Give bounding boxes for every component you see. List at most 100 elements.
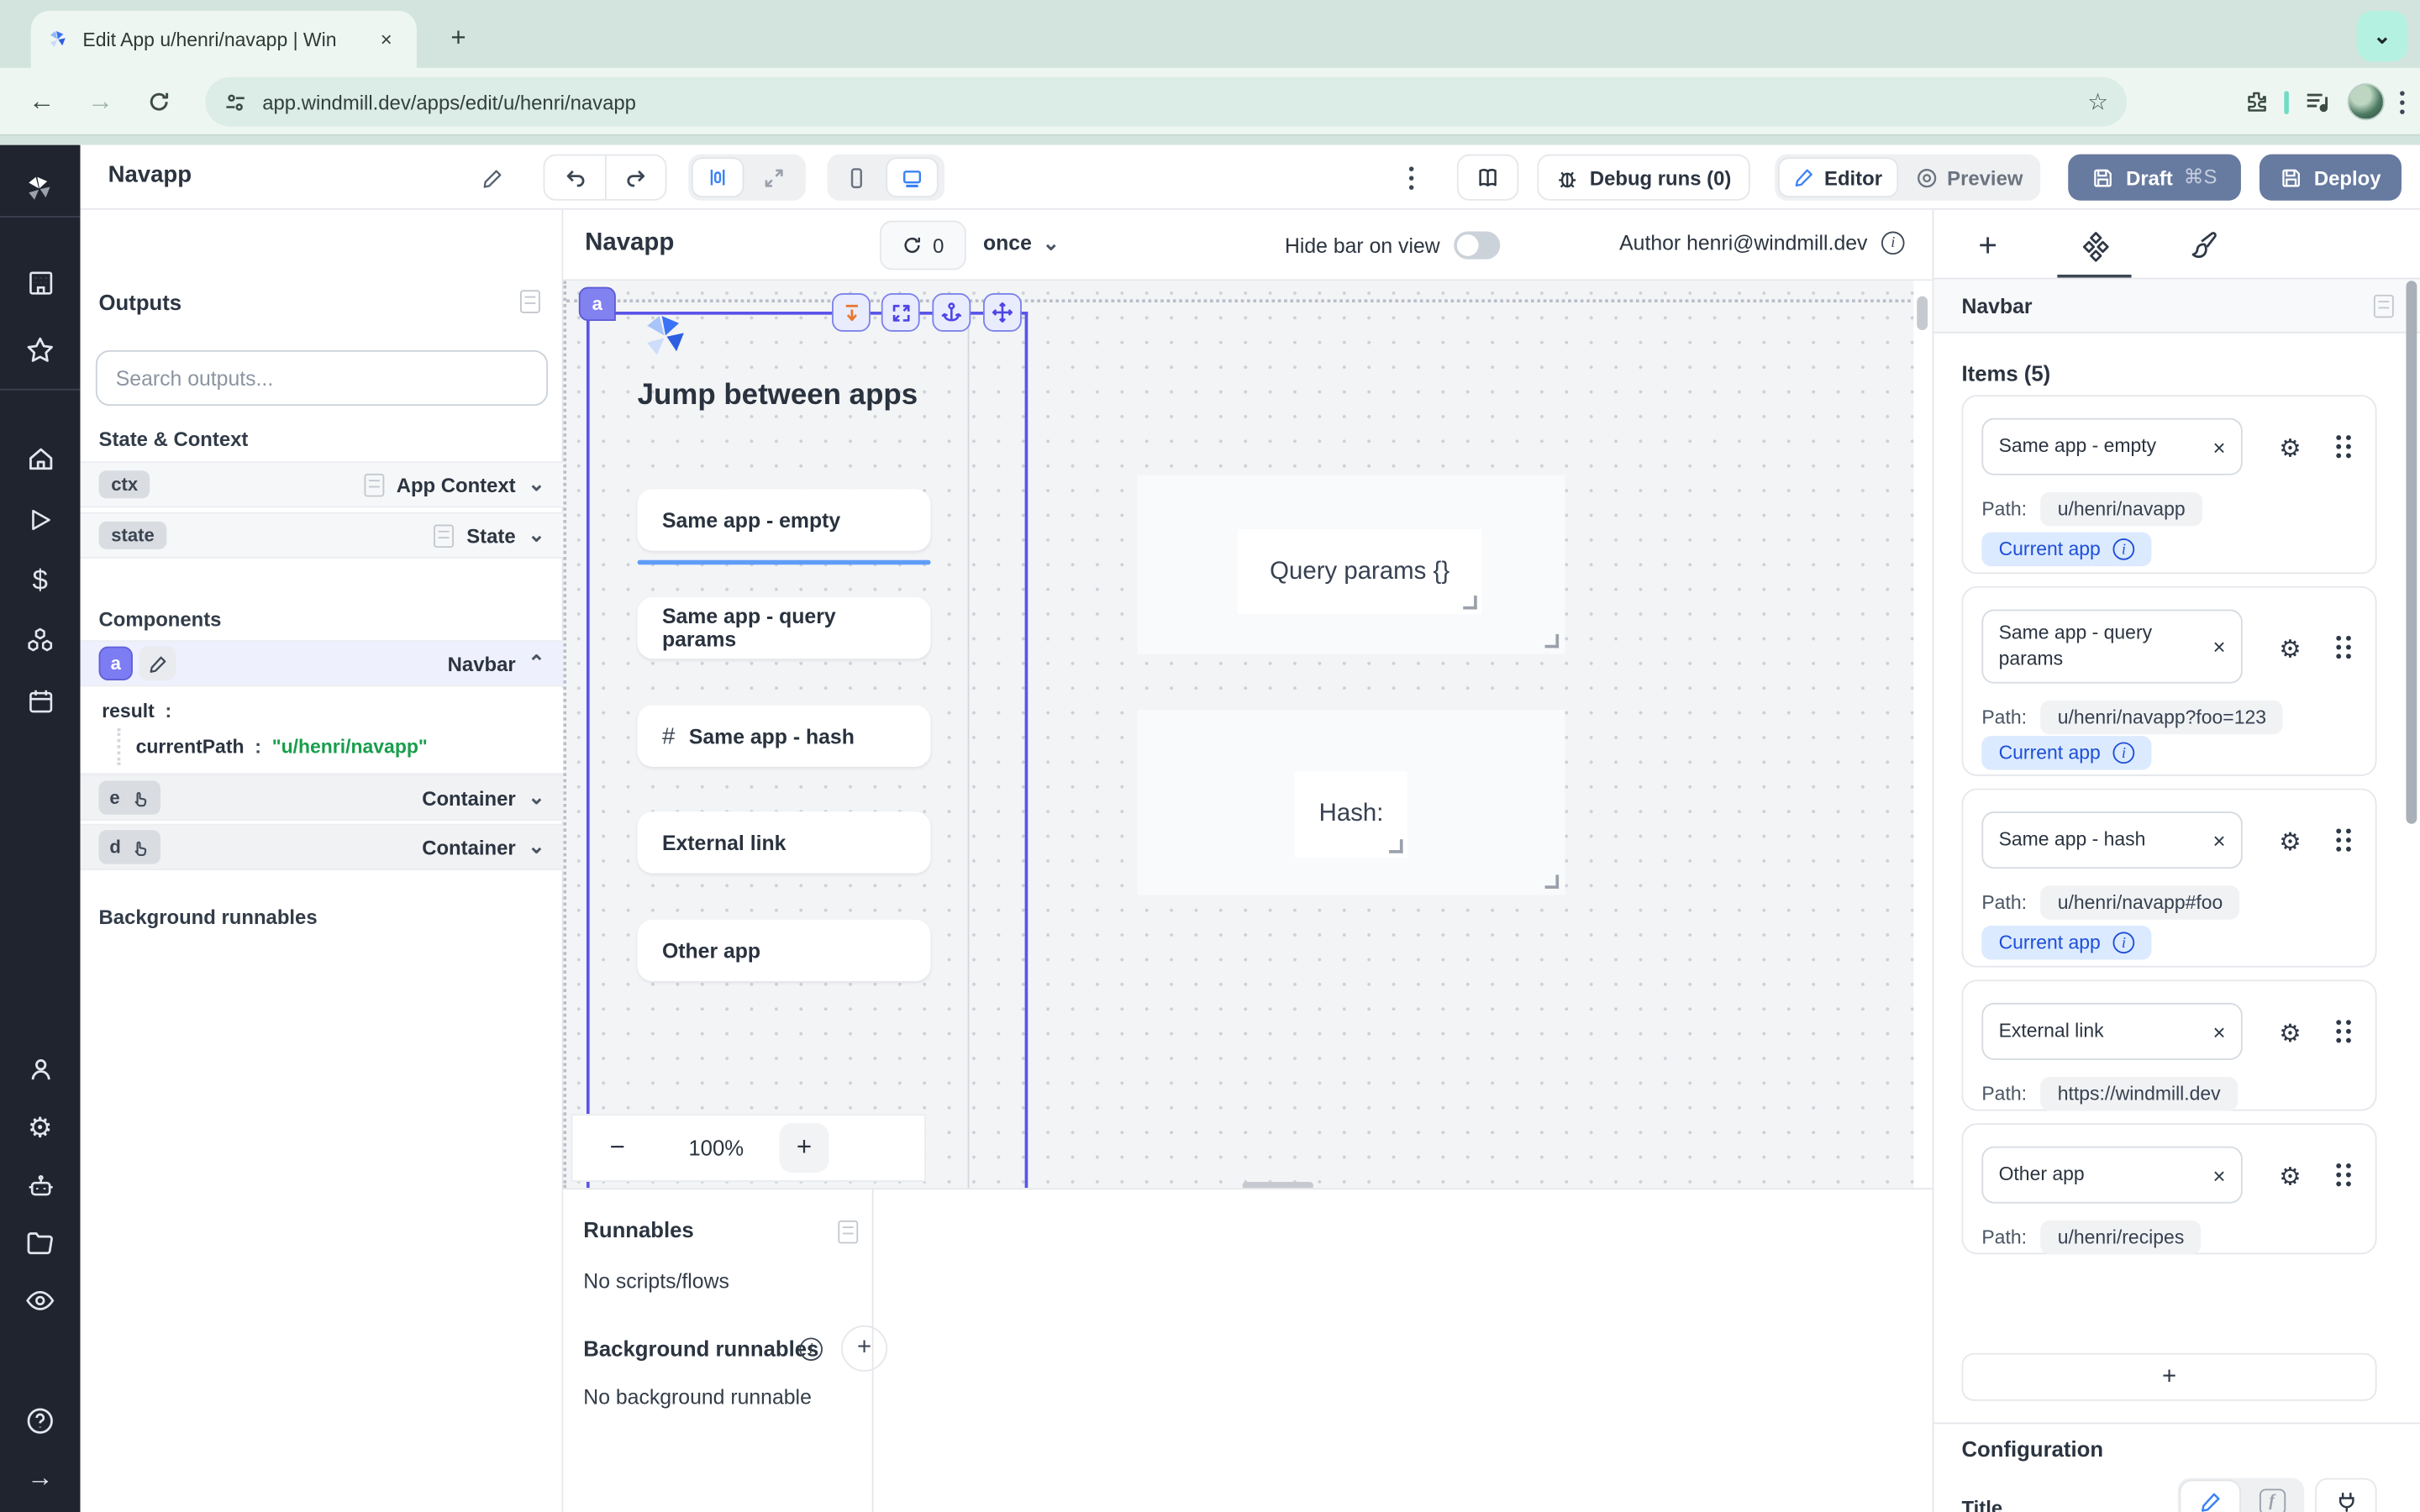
item-label-select[interactable]: External link × (1981, 1003, 2242, 1060)
outputs-doc-icon[interactable] (520, 290, 540, 313)
resize-handle[interactable] (1545, 874, 1560, 889)
drag-handle-icon[interactable] (2333, 1162, 2354, 1188)
browser-menu-icon[interactable] (2400, 90, 2405, 113)
chevron-down-icon[interactable]: ⌄ (528, 791, 544, 804)
forward-icon[interactable]: → (77, 78, 124, 124)
chevron-down-icon[interactable]: ⌄ (528, 529, 544, 542)
fullscreen-expand-button[interactable] (881, 293, 920, 332)
insert-component-tab[interactable]: + (1933, 216, 2042, 277)
item-label-select[interactable]: Same app - hash × (1981, 811, 2242, 869)
schedules-calendar-icon[interactable] (0, 675, 81, 727)
run-mode-dropdown[interactable]: once⌄ (983, 232, 1060, 255)
clear-icon[interactable]: × (2204, 827, 2226, 852)
copy-doc-icon[interactable] (434, 524, 455, 548)
collapse-arrow-icon[interactable]: → (0, 1452, 81, 1504)
users-person-icon[interactable] (0, 1043, 81, 1095)
browser-tab[interactable]: Edit App u/henri/navapp | Win × (31, 11, 417, 68)
panel-scrollbar-thumb[interactable] (2406, 281, 2417, 824)
center-align-button[interactable] (692, 157, 744, 197)
styling-tab[interactable] (2150, 216, 2259, 277)
item-label-select[interactable]: Same app - query params × (1981, 610, 2242, 684)
nav-item-other-app[interactable]: Other app (638, 920, 931, 981)
chevron-down-icon[interactable]: ⌄ (528, 478, 544, 491)
apps-building-icon[interactable] (0, 256, 81, 308)
workers-robot-icon[interactable] (0, 1160, 81, 1212)
drag-handle-icon[interactable] (2333, 1018, 2354, 1044)
drag-handle-icon[interactable] (2333, 827, 2354, 853)
settings-gear-icon[interactable]: ⚙ (0, 1101, 81, 1153)
rename-pencil-icon[interactable] (474, 159, 511, 196)
item-settings-gear-icon[interactable]: ⚙ (2279, 1162, 2301, 1193)
container-d-row[interactable]: d Container ⌄ (81, 824, 564, 870)
preview-tab[interactable]: Preview (1901, 157, 2037, 197)
ctx-row[interactable]: ctx App Context ⌄ (81, 461, 564, 507)
audit-eye-icon[interactable] (0, 1274, 81, 1326)
new-tab-button[interactable]: + (439, 18, 479, 59)
tab-close-icon[interactable]: × (371, 24, 402, 55)
media-playlist-icon[interactable] (2304, 90, 2332, 114)
connect-plug-button[interactable] (2315, 1478, 2376, 1512)
deploy-button[interactable]: Deploy (2260, 155, 2402, 201)
zoom-out-button[interactable]: − (572, 1132, 662, 1163)
clear-icon[interactable]: × (2204, 434, 2226, 459)
info-icon[interactable]: i (2113, 932, 2135, 953)
edit-pencil-icon[interactable] (139, 647, 176, 680)
move-button[interactable] (983, 293, 1022, 332)
hash-container[interactable]: Hash: (1138, 710, 1565, 895)
mobile-view-button[interactable] (830, 157, 882, 197)
anchor-button[interactable] (932, 293, 971, 332)
extensions-puzzle-icon[interactable] (2244, 90, 2269, 114)
path-value[interactable]: u/henri/navapp#foo (2041, 885, 2240, 919)
reload-icon[interactable] (136, 78, 182, 124)
favorites-star-icon[interactable] (0, 324, 81, 376)
path-value[interactable]: u/henri/recipes (2041, 1221, 2202, 1254)
resources-cubes-icon[interactable] (0, 614, 81, 666)
add-item-button[interactable]: + (1961, 1353, 2376, 1401)
info-icon[interactable]: i (2113, 538, 2135, 560)
component-settings-tab[interactable] (2042, 216, 2150, 277)
zoom-in-button[interactable]: + (780, 1123, 829, 1173)
container-e-row[interactable]: e Container ⌄ (81, 774, 564, 821)
back-icon[interactable]: ← (18, 78, 65, 124)
navbar-component-row[interactable]: a Navbar ⌃ (81, 640, 564, 686)
windmill-logo-icon[interactable] (0, 164, 81, 216)
author-info-icon[interactable]: i (1881, 232, 1905, 255)
nav-item-same-app-empty[interactable]: Same app - empty (638, 489, 931, 550)
chevron-down-icon[interactable]: ⌄ (528, 841, 544, 853)
info-icon[interactable]: i (799, 1337, 823, 1361)
clear-icon[interactable]: × (2204, 634, 2226, 659)
resize-handle[interactable] (1545, 634, 1560, 648)
folders-icon[interactable] (0, 1217, 81, 1269)
state-row[interactable]: state State ⌄ (81, 512, 564, 559)
desktop-view-button[interactable] (886, 157, 938, 197)
copy-doc-icon[interactable] (364, 473, 384, 496)
clear-icon[interactable]: × (2204, 1163, 2226, 1187)
resize-handle[interactable] (1463, 596, 1477, 610)
editor-tab[interactable]: Editor (1778, 157, 1897, 197)
nav-item-external-link[interactable]: External link (638, 811, 931, 873)
item-label-select[interactable]: Other app × (1981, 1147, 2242, 1204)
chevron-up-icon[interactable]: ⌃ (528, 657, 544, 669)
drag-handle-icon[interactable] (2333, 634, 2354, 660)
window-chevron-button[interactable]: ⌄ (2357, 11, 2408, 62)
resize-handle[interactable] (1389, 839, 1403, 853)
item-settings-gear-icon[interactable]: ⚙ (2279, 827, 2301, 858)
undo-button[interactable] (544, 156, 605, 199)
path-value[interactable]: u/henri/navapp (2041, 492, 2202, 526)
variables-dollar-icon[interactable]: $ (0, 554, 81, 606)
runnables-doc-icon[interactable] (838, 1221, 858, 1244)
item-settings-gear-icon[interactable]: ⚙ (2279, 634, 2301, 665)
canvas-scrollbar-thumb[interactable] (1917, 297, 1928, 330)
debug-runs-button[interactable]: Debug runs (0) (1537, 155, 1749, 201)
draft-button[interactable]: Draft ⌘S (2068, 155, 2241, 201)
url-bar[interactable]: app.windmill.dev/apps/edit/u/henri/navap… (205, 77, 2127, 127)
expand-layout-button[interactable] (747, 157, 799, 197)
clear-icon[interactable]: × (2204, 1019, 2226, 1043)
more-options-kebab-icon[interactable] (1392, 159, 1429, 196)
item-settings-gear-icon[interactable]: ⚙ (2279, 433, 2301, 465)
path-value[interactable]: u/henri/navapp?foo=123 (2041, 701, 2284, 734)
canvas-grid[interactable]: a (563, 281, 1913, 1188)
query-params-container[interactable]: Query params {} (1138, 475, 1565, 654)
nav-item-same-app-hash[interactable]: # Same app - hash (638, 705, 931, 766)
navbar-doc-icon[interactable] (2374, 294, 2394, 318)
